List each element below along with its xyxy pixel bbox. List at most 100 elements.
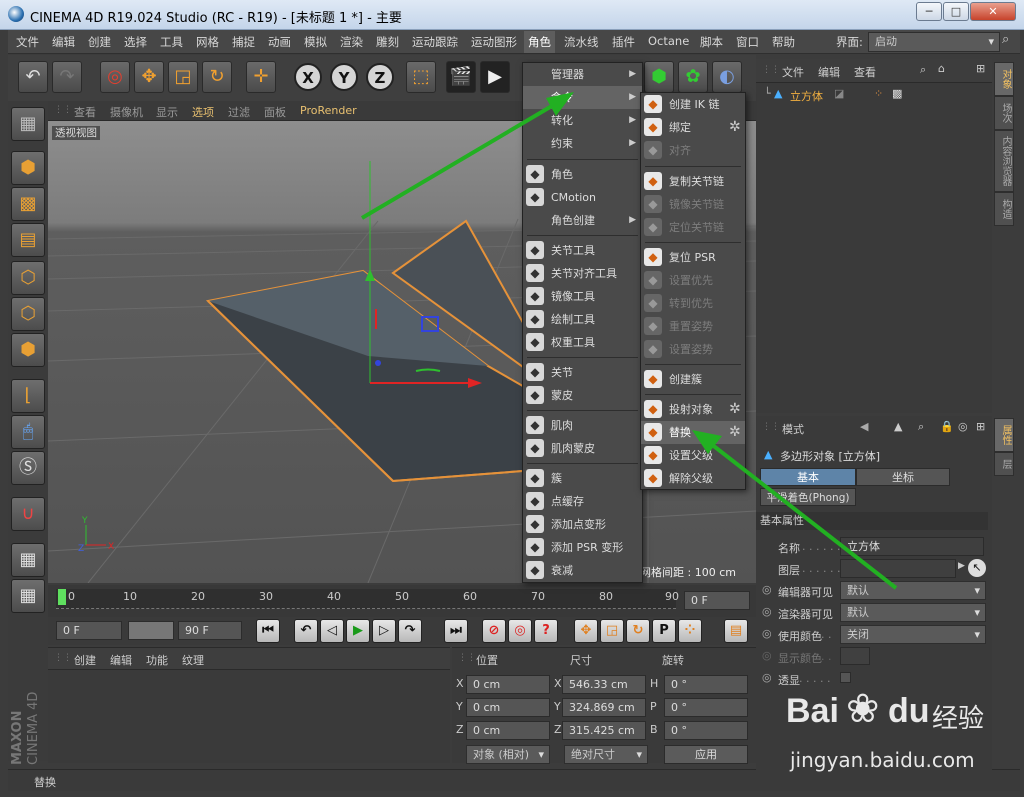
menu-render[interactable]: 渲染 <box>340 34 363 50</box>
render-visible-anim-icon[interactable]: ◎ <box>762 605 772 618</box>
timeline[interactable]: 0 10 20 30 40 50 60 70 80 90 0 F <box>48 585 756 617</box>
cmd-menu-item-11[interactable]: ◆ 创建簇 <box>641 368 745 391</box>
char-menu-item-10[interactable]: ◆ 绘制工具 <box>523 308 642 331</box>
obj-new-window-icon[interactable]: ⊞ <box>976 62 985 75</box>
lock-workplane-icon[interactable]: ▦ <box>11 543 45 577</box>
char-menu-item-16[interactable]: ◆ 簇 <box>523 467 642 490</box>
char-menu-item-14[interactable]: ◆ 肌肉 <box>523 414 642 437</box>
char-menu-item-17[interactable]: ◆ 点缓存 <box>523 490 642 513</box>
tab-takes[interactable]: 场次 <box>994 96 1014 130</box>
attr-target-icon[interactable]: ◎ <box>958 420 968 433</box>
tab-objects[interactable]: 对象 <box>994 62 1014 96</box>
key-position-icon[interactable]: ✥ <box>574 619 598 643</box>
attr-search-icon[interactable]: ⌕ <box>918 420 924 434</box>
layout-dropdown[interactable]: 启动 <box>868 32 1000 52</box>
tab-basic[interactable]: 基本 <box>760 468 856 486</box>
next-key-icon[interactable]: ↷ <box>398 619 422 643</box>
make-editable-icon[interactable]: ▦ <box>11 107 45 141</box>
menu-plugins[interactable]: 插件 <box>612 34 635 50</box>
snap-icon[interactable]: Ⓢ <box>11 451 45 485</box>
vp-menu-options[interactable]: 选项 <box>192 104 214 120</box>
char-menu-item-18[interactable]: ◆ 添加点变形 <box>523 513 642 536</box>
use-color-anim-icon[interactable]: ◎ <box>762 627 772 640</box>
char-menu-item-2[interactable]: 转化 ▶ <box>523 109 642 132</box>
char-menu-item-4[interactable]: ◆ 角色 <box>523 163 642 186</box>
apply-button[interactable]: 应用 <box>664 745 748 764</box>
coordinate-system-icon[interactable]: ⬚ <box>406 61 436 93</box>
vp-menu-panel[interactable]: 面板 <box>264 104 286 120</box>
obj-menu-view[interactable]: 查看 <box>854 64 876 80</box>
prev-frame-icon[interactable]: ◁ <box>320 619 344 643</box>
menu-help[interactable]: 帮助 <box>772 34 795 50</box>
render-picture-viewer-icon[interactable]: ▶ <box>480 61 510 93</box>
char-menu-item-9[interactable]: ◆ 镜像工具 <box>523 285 642 308</box>
undo-button[interactable]: ↶ <box>18 61 48 93</box>
menu-mograph[interactable]: 运动图形 <box>471 34 517 50</box>
texture-tag-icon[interactable]: ▩ <box>892 87 902 100</box>
cmd-menu-item-6[interactable]: ◆ 复位 PSR <box>641 246 745 269</box>
rot-h-field[interactable]: 0 ° <box>664 675 748 694</box>
model-mode-icon[interactable]: ⬢ <box>11 151 45 185</box>
maximize-button[interactable]: □ <box>943 2 969 21</box>
keyframe-selection-icon[interactable]: ? <box>534 619 558 643</box>
rot-p-field[interactable]: 0 ° <box>664 698 748 717</box>
polygons-mode-icon[interactable]: ⬢ <box>11 333 45 367</box>
scale-icon[interactable]: ◲ <box>168 61 198 93</box>
pos-x-field[interactable]: 0 cm <box>466 675 550 694</box>
end-frame-field[interactable]: 90 F <box>178 621 242 640</box>
mat-menu-create[interactable]: 创建 <box>74 652 96 668</box>
layer-arrow-icon[interactable]: ▶ <box>958 561 965 571</box>
menu-script[interactable]: 脚本 <box>700 34 723 50</box>
tab-coord[interactable]: 坐标 <box>856 468 950 486</box>
gear-icon[interactable]: ✲ <box>729 401 741 417</box>
z-axis-button[interactable]: Z <box>366 63 394 91</box>
menu-window[interactable]: 窗口 <box>736 34 759 50</box>
tab-phong[interactable]: 平滑着色(Phong) <box>760 488 856 506</box>
attr-new-window-icon[interactable]: ⊞ <box>976 420 985 433</box>
live-select-icon[interactable]: ◎ <box>100 61 130 93</box>
gear-icon[interactable]: ✲ <box>729 119 741 135</box>
key-scale-icon[interactable]: ◲ <box>600 619 624 643</box>
goto-start-icon[interactable]: ⏮ <box>256 619 280 643</box>
attr-back-icon[interactable]: ◀ <box>860 420 868 433</box>
layer-picker-icon[interactable]: ↖ <box>968 559 986 577</box>
cmd-menu-item-15[interactable]: ◆ 解除父级 <box>641 467 745 490</box>
menu-motion-tracking[interactable]: 运动跟踪 <box>412 34 458 50</box>
key-param-icon[interactable]: P <box>652 619 676 643</box>
cmd-menu-item-3[interactable]: ◆ 复制关节链 <box>641 170 745 193</box>
mat-menu-edit[interactable]: 编辑 <box>110 652 132 668</box>
char-menu-item-12[interactable]: ◆ 关节 <box>523 361 642 384</box>
rot-b-field[interactable]: 0 ° <box>664 721 748 740</box>
object-row-cube[interactable]: └ ▲ 立方体 ◪ ⁘ ▩ <box>756 85 992 105</box>
prev-key-icon[interactable]: ↶ <box>294 619 318 643</box>
close-button[interactable]: ✕ <box>970 2 1016 21</box>
minimize-button[interactable]: ─ <box>916 2 942 21</box>
menu-octane[interactable]: Octane <box>648 34 689 48</box>
menu-sculpt[interactable]: 雕刻 <box>376 34 399 50</box>
obj-search-icon[interactable]: ⌕ <box>920 63 926 77</box>
char-menu-item-15[interactable]: ◆ 肌肉蒙皮 <box>523 437 642 460</box>
timeline-playhead[interactable] <box>58 589 66 605</box>
coord-mode-dropdown[interactable]: 对象 (相对) <box>466 745 550 764</box>
render-view-icon[interactable]: 🎬 <box>446 61 476 93</box>
vp-menu-view[interactable]: 查看 <box>74 104 96 120</box>
size-mode-dropdown[interactable]: 绝对尺寸 <box>564 745 648 764</box>
obj-home-icon[interactable]: ⌂ <box>938 62 945 75</box>
layer-field[interactable] <box>840 559 956 578</box>
char-menu-item-13[interactable]: ◆ 蒙皮 <box>523 384 642 407</box>
tab-structure[interactable]: 构造 <box>994 192 1014 226</box>
axis-mode-icon[interactable]: ⌊ <box>11 379 45 413</box>
auto-key-icon[interactable]: ◎ <box>508 619 532 643</box>
rotate-icon[interactable]: ↻ <box>202 61 232 93</box>
gear-icon[interactable]: ✲ <box>729 424 741 440</box>
menu-file[interactable]: 文件 <box>16 34 39 50</box>
char-menu-item-0[interactable]: 管理器 ▶ <box>523 63 642 86</box>
y-axis-button[interactable]: Y <box>330 63 358 91</box>
magnet-icon[interactable]: ∪ <box>11 497 45 531</box>
menu-pipeline[interactable]: 流水线 <box>564 34 599 50</box>
char-menu-item-6[interactable]: 角色创建 ▶ <box>523 209 642 232</box>
current-frame-field[interactable]: 0 F <box>684 591 750 610</box>
search-icon[interactable]: ⌕ <box>1002 32 1018 50</box>
menu-animate[interactable]: 动画 <box>268 34 291 50</box>
menu-edit[interactable]: 编辑 <box>52 34 75 50</box>
